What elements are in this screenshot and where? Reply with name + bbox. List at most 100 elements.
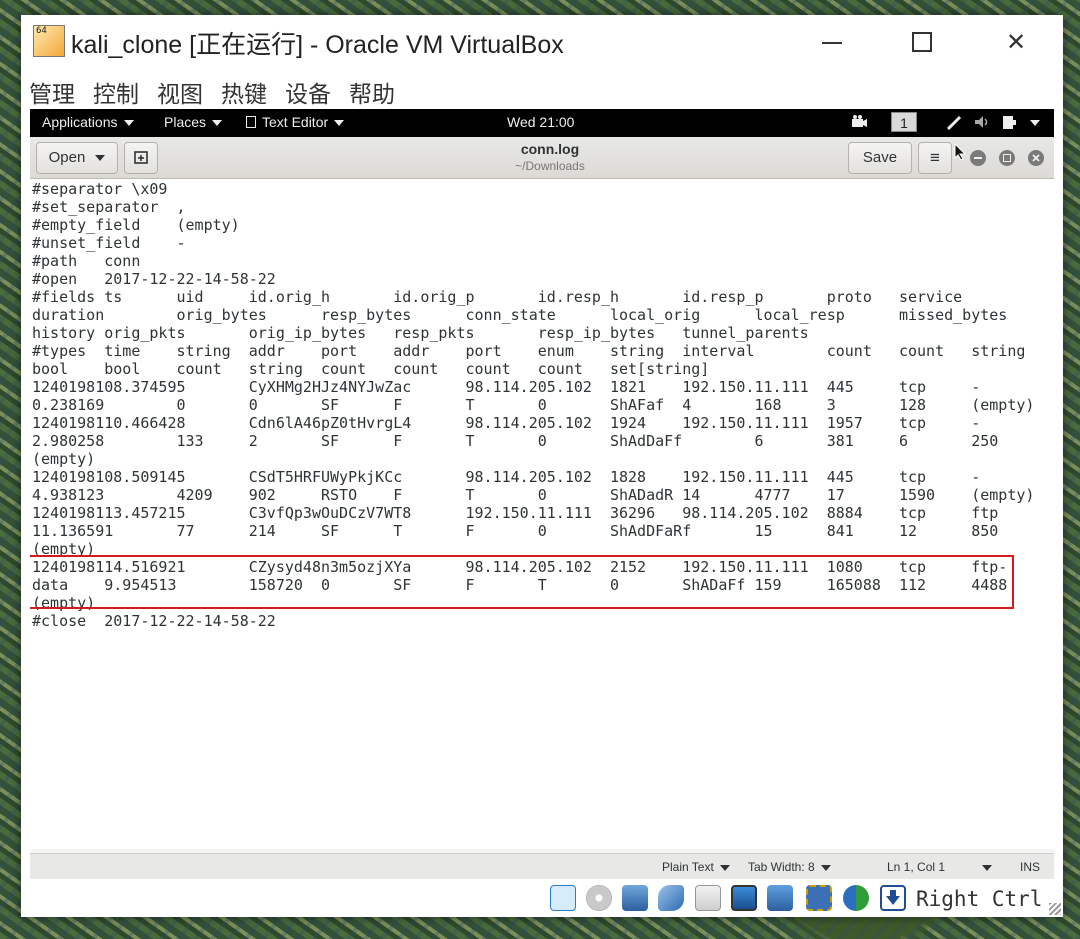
menu-hotkeys[interactable]: 热键 (221, 75, 267, 109)
editor-line[interactable]: #path conn (32, 252, 1034, 270)
chevron-down-icon (334, 120, 345, 127)
virtualbox-app-icon: 64 (33, 25, 65, 57)
hard-disk-icon[interactable] (550, 885, 576, 911)
tab-width-label: Tab Width: 8 (748, 860, 815, 874)
chevron-down-icon (212, 120, 223, 127)
mouse-integration-icon[interactable] (843, 885, 869, 911)
editor-line[interactable]: #set_separator , (32, 198, 1034, 216)
cursor-position[interactable]: Ln 1, Col 1 (887, 860, 945, 874)
title-bar: 64 kali_clone [正在运行] - Oracle VM Virtual… (21, 15, 1063, 69)
window-title: kali_clone [正在运行] - Oracle VM VirtualBox (71, 31, 564, 59)
new-tab-button[interactable] (124, 142, 158, 174)
menu-help[interactable]: 帮助 (349, 75, 395, 109)
places-label: Places (164, 114, 207, 130)
clock[interactable]: Wed 21:00 (507, 114, 574, 130)
places-menu[interactable]: Places (164, 114, 223, 130)
editor-line[interactable]: 1240198113.457215 C3vfQp3wOuDCzV7WT8 192… (32, 504, 1034, 522)
app-icon-badge: 64 (36, 26, 47, 36)
system-menu-icon[interactable] (1026, 114, 1044, 132)
tab-width-selector[interactable]: Tab Width: 8 (748, 860, 831, 874)
applications-label: Applications (42, 114, 118, 130)
text-editor-area[interactable]: #separator \x09 #set_separator , #empty_fi… (30, 179, 1054, 849)
close-button[interactable]: ✕ (995, 25, 1037, 59)
syntax-label: Plain Text (662, 860, 714, 874)
open-button[interactable]: Open (36, 142, 118, 174)
mouse-pointer-icon (954, 143, 966, 161)
editor-line[interactable]: duration orig_bytes resp_bytes conn_stat… (32, 306, 1034, 324)
gnome-top-bar: Applications Places Text Editor Wed 21:0… (30, 109, 1054, 137)
document-path: ~/Downloads (515, 159, 585, 173)
workspace-indicator[interactable]: 1 (891, 112, 917, 132)
menu-view[interactable]: 视图 (157, 75, 203, 109)
window-minimize-icon[interactable] (970, 150, 986, 166)
editor-line[interactable]: 4.938123 4209 902 RSTO F T 0 ShADadR 14 … (32, 486, 1034, 504)
chevron-down-icon (982, 864, 992, 871)
editor-line[interactable]: 11.136591 77 214 SF T F 0 ShAdDFaRf 15 8… (32, 522, 1034, 540)
close-icon: ✕ (1005, 28, 1027, 56)
editor-line[interactable]: #unset_field - (32, 234, 1034, 252)
display-icon[interactable] (731, 885, 757, 911)
editor-line[interactable]: 2.980258 133 2 SF F T 0 ShAdDaFf 6 381 6… (32, 432, 1034, 450)
virtualbox-window: 64 kali_clone [正在运行] - Oracle VM Virtual… (21, 15, 1063, 917)
gedit-header-bar: Open conn.log ~/Downloads Save ≡ (30, 137, 1054, 179)
menu-control[interactable]: 控制 (93, 75, 139, 109)
editor-line[interactable]: #types time string addr port addr port e… (32, 342, 1034, 360)
battery-icon[interactable] (1000, 114, 1018, 132)
gedit-status-bar: Plain Text Tab Width: 8 Ln 1, Col 1 INS (30, 853, 1054, 879)
minimize-icon (822, 42, 842, 44)
volume-icon[interactable] (973, 114, 991, 132)
window-maximize-icon[interactable] (999, 150, 1015, 166)
optical-drive-icon[interactable] (586, 885, 612, 911)
text-editor-menu[interactable]: Text Editor (246, 114, 345, 130)
highlight-annotation (30, 555, 1014, 609)
maximize-button[interactable] (901, 25, 943, 59)
editor-line[interactable]: 0.238169 0 0 SF F T 0 ShAFaf 4 168 3 128… (32, 396, 1034, 414)
text-editor-label: Text Editor (262, 114, 329, 130)
video-capture-icon[interactable] (767, 885, 793, 911)
chevron-down-icon (820, 864, 831, 871)
network-icon[interactable] (622, 885, 648, 911)
editor-line[interactable]: #separator \x09 (32, 180, 1034, 198)
syntax-selector[interactable]: Plain Text (662, 860, 730, 874)
menu-manage[interactable]: 管理 (29, 75, 75, 109)
save-button[interactable]: Save (848, 142, 912, 174)
editor-line[interactable]: history orig_pkts orig_ip_bytes resp_pkt… (32, 324, 1034, 342)
camera-icon[interactable] (850, 114, 868, 132)
resize-grip-icon[interactable] (1049, 903, 1061, 915)
keyboard-capture-icon[interactable] (880, 885, 906, 911)
editor-line[interactable]: 1240198108.374595 CyXHMg2HJz4NYJwZac 98.… (32, 378, 1034, 396)
guest-screen[interactable]: Applications Places Text Editor Wed 21:0… (30, 109, 1054, 879)
chevron-down-icon (1030, 120, 1040, 127)
editor-line[interactable]: (empty) (32, 450, 1034, 468)
shared-folders-icon[interactable] (695, 885, 721, 911)
vbox-menubar: 管理 控制 视图 热键 设备 帮助 (21, 69, 1063, 109)
hamburger-menu-button[interactable]: ≡ (918, 142, 952, 174)
chevron-down-icon (95, 155, 106, 162)
menu-devices[interactable]: 设备 (285, 75, 331, 109)
maximize-icon (912, 32, 932, 52)
editor-line[interactable]: #close 2017-12-22-14-58-22 (32, 612, 1034, 630)
minimize-button[interactable] (811, 25, 853, 59)
chevron-down-icon (123, 120, 134, 127)
usb-icon[interactable] (658, 885, 684, 911)
editor-line[interactable]: #open 2017-12-22-14-58-22 (32, 270, 1034, 288)
editor-line[interactable]: bool bool count string count count count… (32, 360, 1034, 378)
open-label: Open (48, 149, 86, 166)
editor-line[interactable]: #fields ts uid id.orig_h id.orig_p id.re… (32, 288, 1034, 306)
applications-menu[interactable]: Applications (42, 114, 134, 130)
editor-line[interactable]: 1240198108.509145 CSdT5HRFUWyPkjKCc 98.1… (32, 468, 1034, 486)
host-key-label: Right Ctrl (916, 887, 1043, 911)
window-close-icon[interactable] (1028, 150, 1044, 166)
vbox-status-bar: Right Ctrl (21, 879, 1063, 917)
document-title: conn.log (520, 141, 580, 157)
chevron-down-icon (719, 864, 730, 871)
cpu-icon[interactable] (806, 885, 832, 911)
pen-icon[interactable] (945, 114, 963, 132)
editor-line[interactable]: 1240198110.466428 Cdn6lA46pZ0tHvrgL4 98.… (32, 414, 1034, 432)
insert-mode: INS (1020, 860, 1041, 874)
position-menu-toggle[interactable] (982, 860, 992, 874)
text-editor-icon (246, 116, 256, 128)
editor-line[interactable]: #empty_field (empty) (32, 216, 1034, 234)
new-document-icon (134, 151, 148, 164)
menu-icon: ≡ (930, 148, 940, 167)
